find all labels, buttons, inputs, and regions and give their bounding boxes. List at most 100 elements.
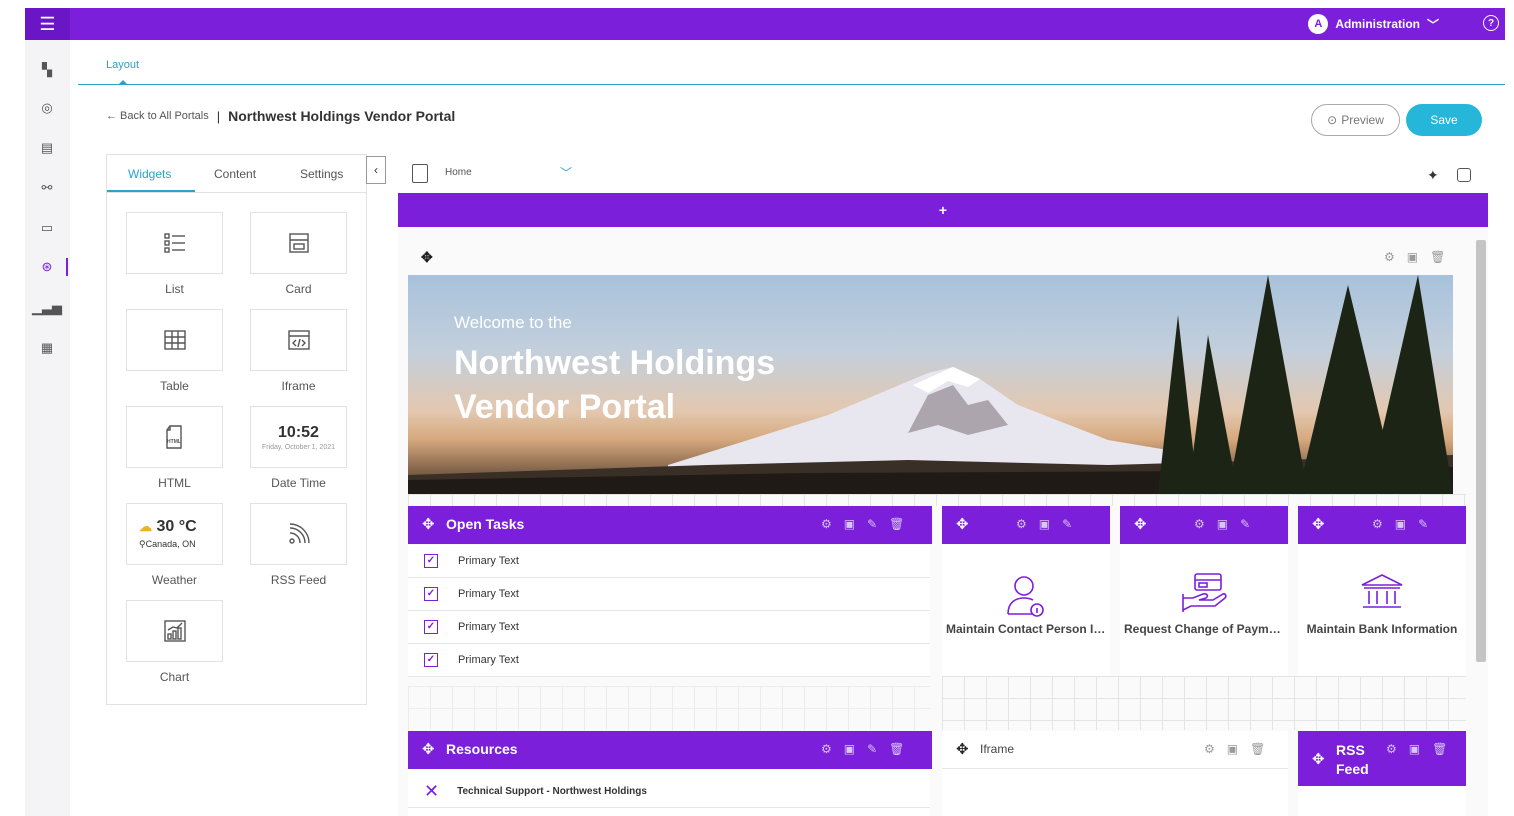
tab-settings[interactable]: Settings	[300, 167, 343, 181]
expand-icon[interactable]	[1457, 168, 1471, 182]
tile-label: Maintain Bank Information	[1306, 622, 1458, 636]
list-item[interactable]: ✓ Primary Text	[408, 578, 930, 611]
tab-underline	[78, 84, 1505, 85]
weather-temp-value: 30 °C	[156, 518, 197, 535]
page-select[interactable]: Home	[445, 167, 575, 178]
workflow-icon[interactable]: ⚯	[39, 180, 55, 196]
gear-icon[interactable]: ⚙	[1386, 742, 1397, 756]
trash-icon[interactable]: 🗑	[889, 517, 904, 531]
list-item[interactable]: ✓ Primary Text	[408, 545, 930, 578]
widget-weather[interactable]: ☁ 30 °C ⚲Canada, ON	[126, 503, 223, 565]
bank-icon	[1361, 574, 1403, 608]
gear-icon[interactable]: ⚙	[1204, 742, 1215, 756]
gear-icon[interactable]: ⚙	[1194, 517, 1205, 531]
widget-tools: ⚙ ▣ 🗑	[1386, 742, 1447, 756]
preview-icon[interactable]: ▣	[1395, 517, 1406, 531]
grid-background	[942, 676, 1466, 730]
widget-html-label: HTML	[158, 476, 191, 490]
move-icon[interactable]: ✥	[956, 740, 969, 758]
chart-icon	[163, 620, 186, 642]
widget-table[interactable]	[126, 309, 223, 371]
add-row-button[interactable]: +	[398, 193, 1488, 227]
preview-icon[interactable]: ▣	[1409, 742, 1420, 756]
tab-layout[interactable]: Layout	[106, 59, 139, 71]
widget-html[interactable]: HTML	[126, 406, 223, 468]
preview-icon[interactable]: ▣	[1217, 517, 1228, 531]
widget-weather-label: Weather	[151, 573, 198, 587]
gear-icon[interactable]: ⚙	[1384, 250, 1395, 264]
preview-icon[interactable]: ▣	[844, 742, 855, 756]
gear-icon[interactable]: ⚙	[821, 742, 832, 756]
preview-icon[interactable]: ▣	[1407, 250, 1418, 264]
resources-list: ✕ Technical Support - Northwest Holdings	[408, 769, 930, 816]
list-item[interactable]: ✓ Primary Text	[408, 611, 930, 644]
portal-icon[interactable]: ⊛	[39, 259, 55, 275]
resources-title: Resources	[446, 741, 518, 757]
tile-payment[interactable]: Request Change of Payment...	[1120, 544, 1288, 676]
back-link[interactable]: ← Back to All Portals	[106, 110, 209, 122]
banner-heading-line1: Northwest Holdings	[454, 344, 776, 382]
hamburger-icon[interactable]: ☰	[25, 8, 70, 40]
move-icon[interactable]: ✥	[956, 515, 969, 533]
tile-bank[interactable]: Maintain Bank Information	[1298, 544, 1466, 676]
user-icon[interactable]: ◎	[39, 100, 55, 116]
task-text: Primary Text	[458, 588, 519, 600]
open-tasks-title: Open Tasks	[446, 516, 525, 532]
move-icon[interactable]: ✥	[1312, 515, 1325, 533]
gear-icon[interactable]: ⚙	[1016, 517, 1027, 531]
calendar-icon[interactable]: ▦	[39, 340, 55, 356]
list-item[interactable]: ✓ Primary Text	[408, 644, 930, 677]
tab-content[interactable]: Content	[214, 167, 256, 181]
chart-icon[interactable]: ▁▃▅	[32, 300, 62, 316]
widget-chart-label: Chart	[159, 670, 190, 684]
widget-list[interactable]	[126, 212, 223, 274]
edit-icon[interactable]: ✎	[867, 742, 877, 756]
move-icon[interactable]: ✥	[421, 249, 433, 266]
help-icon[interactable]: ?	[1483, 15, 1499, 31]
edit-icon[interactable]: ✎	[1240, 517, 1250, 531]
reports-icon[interactable]: ▭	[39, 220, 55, 236]
trash-icon[interactable]: 🗑	[1250, 742, 1265, 756]
chevron-down-icon[interactable]: ﹀	[560, 164, 572, 181]
scrollbar[interactable]	[1476, 240, 1486, 662]
move-icon[interactable]: ✥	[1312, 750, 1325, 768]
list-item[interactable]: ✕ Technical Support - Northwest Holdings	[408, 775, 930, 808]
trash-icon[interactable]: 🗑	[1430, 250, 1445, 264]
trash-icon[interactable]: 🗑	[1432, 742, 1447, 756]
tile-contact[interactable]: Maintain Contact Person Info	[942, 544, 1110, 676]
banner-heading-line2: Vendor Portal	[454, 388, 676, 426]
user-menu[interactable]: A Administration ﹀	[1308, 14, 1439, 34]
move-icon[interactable]: ✥	[1134, 515, 1147, 533]
tab-widgets[interactable]: Widgets	[128, 167, 171, 181]
widget-panel: Widgets Content Settings List Card Table…	[106, 154, 367, 705]
collapse-panel-button[interactable]: ‹	[366, 156, 386, 184]
save-button[interactable]: Save	[1406, 104, 1482, 136]
move-icon[interactable]: ✥	[422, 740, 435, 758]
preview-icon[interactable]: ▣	[1227, 742, 1238, 756]
forms-icon[interactable]: ▤	[39, 140, 55, 156]
widget-card[interactable]	[250, 212, 347, 274]
edit-icon[interactable]: ✎	[867, 517, 877, 531]
tools-icon: ✕	[424, 780, 440, 801]
edit-icon[interactable]: ✎	[1418, 517, 1428, 531]
banner-heading: Northwest Holdings Vendor Portal	[454, 341, 775, 429]
widget-iframe[interactable]	[250, 309, 347, 371]
trash-icon[interactable]: 🗑	[889, 742, 904, 756]
dashboard-icon[interactable]: ▚	[39, 62, 55, 78]
hero-banner: Welcome to the Northwest Holdings Vendor…	[408, 275, 1453, 494]
gear-icon[interactable]: ⚙	[1372, 517, 1383, 531]
widget-rss[interactable]	[250, 503, 347, 565]
widget-datetime[interactable]: 10:52 Friday, October 1, 2021	[250, 406, 347, 468]
move-icon[interactable]: ✥	[422, 515, 435, 533]
preview-button[interactable]: ⊙ Preview	[1311, 104, 1400, 136]
gear-icon[interactable]: ⚙	[821, 517, 832, 531]
app-window: ☰ A Administration ﹀ ? ▚ ◎ ▤ ⚯ ▭ ⊛ ▁▃▅ ▦…	[0, 0, 1514, 816]
pin-icon[interactable]: ✦	[1427, 167, 1439, 184]
preview-icon[interactable]: ▣	[1039, 517, 1050, 531]
preview-icon[interactable]: ▣	[844, 517, 855, 531]
checkbox-icon: ✓	[424, 653, 438, 667]
checkbox-icon: ✓	[424, 554, 438, 568]
widget-chart[interactable]	[126, 600, 223, 662]
edit-icon[interactable]: ✎	[1062, 517, 1072, 531]
widget-tools: ⚙ ▣ ✎	[1194, 517, 1250, 531]
